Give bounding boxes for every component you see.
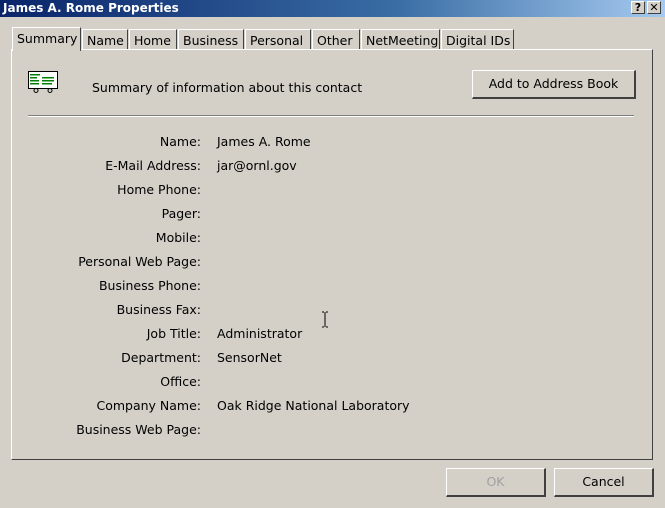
name-value: James A. Rome: [217, 134, 311, 149]
name-label: Name:: [159, 134, 201, 149]
tab-netmeeting[interactable]: NetMeeting: [361, 29, 440, 50]
department-label: Department:: [121, 350, 201, 365]
department-value: SensorNet: [217, 350, 282, 365]
tab-label: Name: [87, 33, 124, 48]
contact-card-icon: [28, 71, 58, 93]
tab-label: Personal: [250, 33, 304, 48]
separator: [28, 115, 634, 117]
business-web-page-label: Business Web Page:: [76, 422, 201, 437]
tab-label: Other: [317, 33, 353, 48]
close-button[interactable]: ✕: [647, 1, 661, 14]
tab-summary[interactable]: Summary: [12, 27, 81, 51]
email-label: E-Mail Address:: [105, 158, 201, 173]
tab-label: Summary: [17, 31, 78, 46]
help-button[interactable]: ?: [631, 1, 645, 14]
text-cursor-icon: [322, 311, 328, 328]
tab-label: Home: [134, 33, 171, 48]
tab-label: Business: [183, 33, 239, 48]
tab-name[interactable]: Name: [82, 29, 128, 50]
add-to-address-book-button[interactable]: Add to Address Book: [472, 70, 636, 99]
tab-label: NetMeeting: [366, 33, 439, 48]
personal-web-page-label: Personal Web Page:: [78, 254, 201, 269]
company-name-value: Oak Ridge National Laboratory: [217, 398, 410, 413]
cancel-button[interactable]: Cancel: [554, 468, 654, 497]
email-value[interactable]: jar@ornl.gov: [217, 158, 297, 173]
ok-button[interactable]: OK: [446, 468, 546, 497]
title-bar[interactable]: James A. Rome Properties ? ✕: [0, 0, 665, 17]
tab-label: Digital IDs: [446, 33, 511, 48]
tab-digital-ids[interactable]: Digital IDs: [441, 29, 514, 50]
home-phone-label: Home Phone:: [117, 182, 201, 197]
window-title: James A. Rome Properties: [3, 1, 179, 15]
tab-business[interactable]: Business: [178, 29, 244, 50]
tab-other[interactable]: Other: [312, 29, 360, 50]
office-label: Office:: [160, 374, 201, 389]
mobile-label: Mobile:: [155, 230, 201, 245]
tab-home[interactable]: Home: [129, 29, 177, 50]
job-title-label: Job Title:: [146, 326, 201, 341]
business-fax-label: Business Fax:: [116, 302, 201, 317]
pager-label: Pager:: [161, 206, 201, 221]
company-name-label: Company Name:: [96, 398, 201, 413]
tab-personal[interactable]: Personal: [245, 29, 311, 50]
summary-description: Summary of information about this contac…: [92, 80, 363, 95]
business-phone-label: Business Phone:: [98, 278, 201, 293]
job-title-value: Administrator: [217, 326, 303, 341]
